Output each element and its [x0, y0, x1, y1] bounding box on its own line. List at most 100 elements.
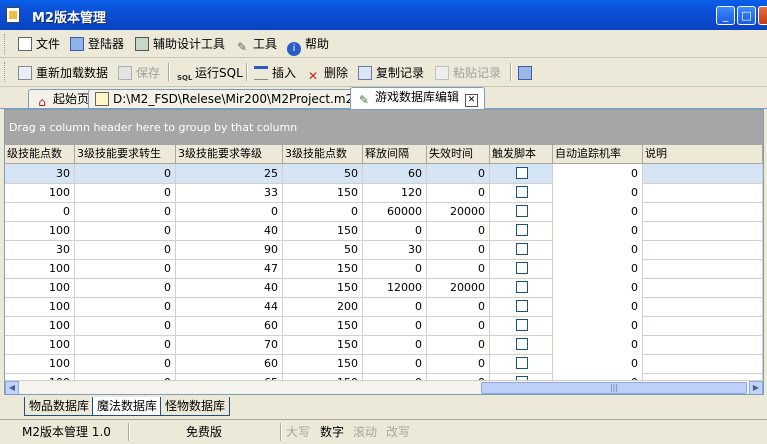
table-cell[interactable]: 0: [553, 259, 643, 278]
table-cell[interactable]: 33: [176, 183, 283, 202]
menu-help[interactable]: i 帮助: [287, 35, 329, 56]
trigger-script-checkbox[interactable]: [516, 281, 528, 293]
table-cell[interactable]: 0: [553, 278, 643, 297]
table-cell[interactable]: 65: [176, 373, 283, 380]
table-row[interactable]: 100 0 44 200 0 0 0: [5, 297, 763, 317]
table-cell[interactable]: 0: [176, 202, 283, 221]
tab-monster-db[interactable]: 怪物数据库: [160, 397, 231, 416]
table-cell[interactable]: 0: [553, 297, 643, 316]
trigger-script-checkbox[interactable]: [516, 319, 528, 331]
table-cell[interactable]: 0: [283, 202, 363, 221]
trigger-script-cell[interactable]: [490, 240, 553, 259]
table-cell[interactable]: 0: [427, 316, 490, 335]
trigger-script-checkbox[interactable]: [516, 224, 528, 236]
book-button[interactable]: [518, 64, 536, 82]
table-cell[interactable]: 150: [283, 259, 363, 278]
table-cell[interactable]: 150: [283, 221, 363, 240]
menu-launcher[interactable]: 登陆器: [70, 35, 124, 53]
table-cell[interactable]: 0: [363, 373, 427, 380]
table-cell[interactable]: 0: [427, 373, 490, 380]
table-row[interactable]: 100 0 60 150 0 0 0: [5, 316, 763, 336]
table-cell[interactable]: 100: [5, 297, 75, 316]
column-header[interactable]: 失效时间: [427, 145, 490, 163]
table-row[interactable]: 30 0 90 50 30 0 0: [5, 240, 763, 260]
table-cell[interactable]: 20000: [427, 278, 490, 297]
trigger-script-cell[interactable]: [490, 278, 553, 297]
tab-game-db-editor[interactable]: ✎ 游戏数据库编辑 ✕: [350, 87, 486, 109]
tab-project-file[interactable]: D:\M2_FSD\Relese\Mir200\M2Project.m2proj…: [88, 89, 354, 108]
trigger-script-checkbox[interactable]: [516, 205, 528, 217]
trigger-script-cell[interactable]: [490, 164, 553, 183]
menu-tools[interactable]: ✎ 工具: [235, 35, 277, 54]
column-header[interactable]: 3级技能点数: [283, 145, 363, 163]
trigger-script-checkbox[interactable]: [516, 357, 528, 369]
column-header[interactable]: 说明: [643, 145, 763, 163]
table-cell[interactable]: 100: [5, 221, 75, 240]
trigger-script-cell[interactable]: [490, 335, 553, 354]
table-cell[interactable]: 150: [283, 316, 363, 335]
run-sql-button[interactable]: SQL 运行SQL: [177, 64, 243, 82]
table-cell[interactable]: 0: [75, 202, 176, 221]
horizontal-scrollbar[interactable]: ◀ ||| ▶: [5, 380, 763, 394]
table-cell[interactable]: 44: [176, 297, 283, 316]
column-header[interactable]: 释放间隔: [363, 145, 427, 163]
table-cell[interactable]: 0: [363, 259, 427, 278]
table-row[interactable]: 100065150000: [5, 373, 763, 380]
table-cell[interactable]: 0: [553, 183, 643, 202]
table-cell[interactable]: 150: [283, 278, 363, 297]
table-cell[interactable]: 120: [363, 183, 427, 202]
trigger-script-checkbox[interactable]: [516, 167, 528, 179]
tab-magic-db[interactable]: 魔法数据库: [92, 397, 163, 416]
table-cell[interactable]: 70: [176, 335, 283, 354]
trigger-script-checkbox[interactable]: [516, 262, 528, 274]
group-by-panel[interactable]: Drag a column header here to group by th…: [5, 110, 763, 145]
table-cell[interactable]: 40: [176, 278, 283, 297]
table-cell[interactable]: 0: [553, 373, 643, 380]
table-cell[interactable]: 0: [427, 259, 490, 278]
table-cell[interactable]: 0: [363, 354, 427, 373]
table-row[interactable]: 100 0 70 150 0 0 0: [5, 335, 763, 355]
trigger-script-cell[interactable]: [490, 354, 553, 373]
trigger-script-cell[interactable]: [490, 202, 553, 221]
table-cell[interactable]: 0: [553, 354, 643, 373]
column-header[interactable]: 3级技能要求转生: [75, 145, 176, 163]
table-cell[interactable]: 30: [363, 240, 427, 259]
trigger-script-cell[interactable]: [490, 183, 553, 202]
table-cell[interactable]: [643, 183, 763, 202]
trigger-script-checkbox[interactable]: [516, 243, 528, 255]
table-cell[interactable]: [643, 164, 763, 183]
table-row[interactable]: 30 0 25 50 60 0 0: [5, 164, 763, 184]
scroll-right-icon[interactable]: ▶: [749, 381, 763, 394]
table-cell[interactable]: [643, 259, 763, 278]
table-cell[interactable]: 12000: [363, 278, 427, 297]
trigger-script-cell[interactable]: [490, 259, 553, 278]
trigger-script-cell[interactable]: [490, 316, 553, 335]
table-cell[interactable]: 0: [363, 335, 427, 354]
column-header[interactable]: 自动追踪机率: [553, 145, 643, 163]
table-cell[interactable]: 0: [553, 202, 643, 221]
column-header[interactable]: 触发脚本: [490, 145, 553, 163]
table-cell[interactable]: 0: [427, 164, 490, 183]
column-header[interactable]: 3级技能要求等级: [176, 145, 283, 163]
table-cell[interactable]: 150: [283, 354, 363, 373]
table-cell[interactable]: 60: [176, 316, 283, 335]
insert-button[interactable]: 插入: [254, 64, 296, 82]
table-cell[interactable]: [643, 278, 763, 297]
table-cell[interactable]: 100: [5, 278, 75, 297]
table-cell[interactable]: [643, 373, 763, 380]
table-cell[interactable]: 0: [553, 164, 643, 183]
table-cell[interactable]: 25: [176, 164, 283, 183]
table-cell[interactable]: 0: [427, 297, 490, 316]
table-cell[interactable]: 100: [5, 354, 75, 373]
table-cell[interactable]: 30: [5, 240, 75, 259]
table-cell[interactable]: 0: [75, 278, 176, 297]
trigger-script-checkbox[interactable]: [516, 338, 528, 350]
table-cell[interactable]: 60: [176, 354, 283, 373]
tab-start-page[interactable]: ⌂ 起始页: [28, 89, 97, 109]
table-cell[interactable]: [643, 297, 763, 316]
reload-data-button[interactable]: 重新加载数据: [18, 64, 108, 82]
table-row[interactable]: 100 0 60 150 0 0 0: [5, 354, 763, 374]
table-cell[interactable]: 0: [553, 240, 643, 259]
table-cell[interactable]: 200: [283, 297, 363, 316]
table-cell[interactable]: 0: [75, 221, 176, 240]
